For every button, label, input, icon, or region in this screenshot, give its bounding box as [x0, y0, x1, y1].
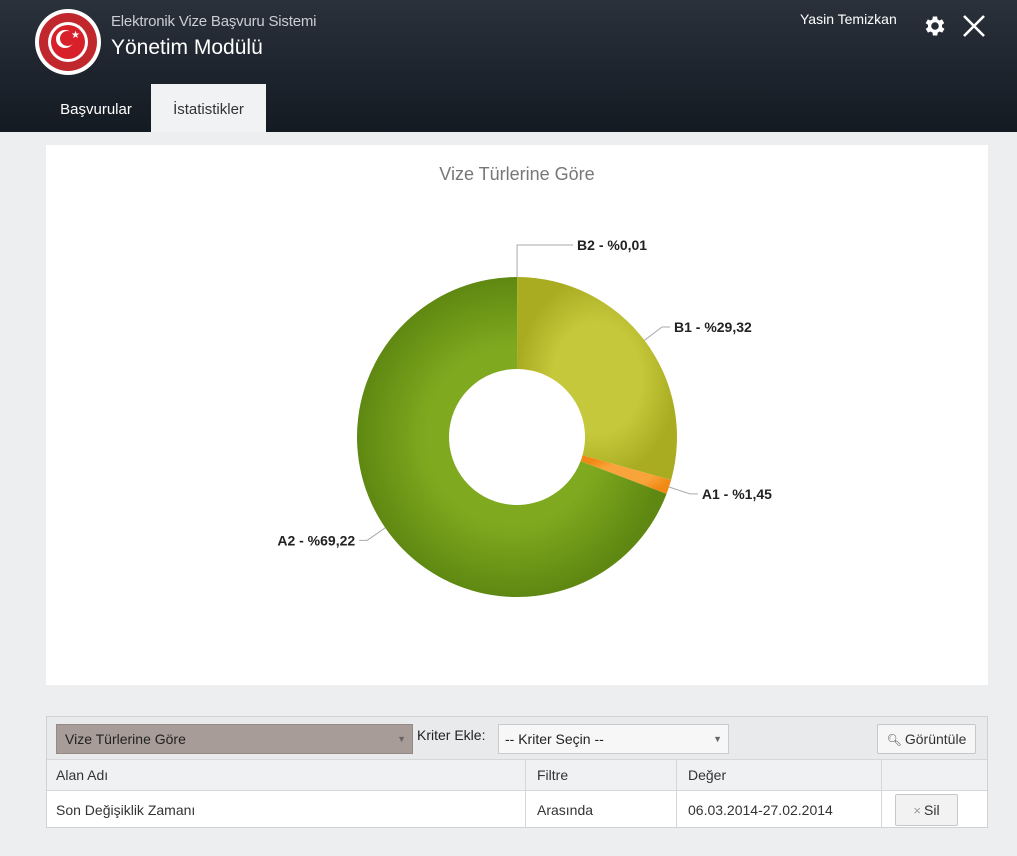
slice-b1[interactable]: [517, 277, 677, 480]
leader-line: [644, 326, 670, 341]
app-title: Yönetim Modülü: [111, 36, 263, 59]
leader-line: [668, 486, 698, 495]
row-field: Son Değişiklik Zamanı: [56, 802, 196, 818]
delete-row-button[interactable]: × Sil: [895, 794, 958, 826]
column-header-filter: Filtre: [537, 767, 569, 783]
column-header-field: Alan Adı: [56, 767, 109, 783]
ministry-emblem-logo: ★: [35, 9, 101, 75]
dropdown-arrow-icon: ▼: [397, 734, 406, 744]
data-label-b1: B1 - %29,32: [674, 319, 752, 335]
search-icon: 🔍︎: [886, 733, 902, 747]
report-type-value: Vize Türlerine Göre: [65, 731, 186, 747]
tab-istatistikler[interactable]: İstatistikler: [151, 84, 266, 132]
leader-line: [359, 527, 386, 541]
column-divider: [676, 760, 677, 828]
dropdown-arrow-icon: ▼: [713, 734, 722, 744]
criteria-value: -- Kriter Seçin --: [505, 731, 604, 747]
leader-line: [516, 244, 574, 278]
column-header-value: Değer: [688, 767, 727, 783]
report-type-select[interactable]: Vize Türlerine Göre ▼: [56, 724, 413, 754]
view-button[interactable]: 🔍︎ Görüntüle: [877, 724, 976, 754]
chart-panel: Vize Türlerine Göre B2 - %0,01 B1 - %29,3…: [46, 145, 988, 685]
table-header: Alan Adı Filtre Değer: [47, 760, 987, 791]
filter-toolbar: Vize Türlerine Göre ▼ Kriter Ekle: -- Kr…: [47, 717, 987, 760]
gear-icon[interactable]: [922, 13, 948, 39]
data-label-a2: A2 - %69,22: [277, 532, 355, 548]
close-icon[interactable]: [960, 12, 988, 40]
delete-button-label: Sil: [924, 802, 940, 818]
donut-chart: Vize Türlerine Göre B2 - %0,01 B1 - %29,3…: [277, 164, 772, 597]
data-label-a1: A1 - %1,45: [702, 486, 772, 502]
chart-title: Vize Türlerine Göre: [439, 164, 594, 184]
criteria-select[interactable]: -- Kriter Seçin -- ▼: [498, 724, 729, 754]
column-divider: [881, 760, 882, 828]
data-label-b2: B2 - %0,01: [577, 237, 647, 253]
view-button-label: Görüntüle: [904, 731, 967, 747]
app-header: ★ Elektronik Vize Başvuru Sistemi Yöneti…: [0, 0, 1017, 132]
criteria-label: Kriter Ekle:: [417, 727, 486, 743]
row-value: 06.03.2014-27.02.2014: [688, 802, 833, 818]
tab-basvurular[interactable]: Başvurular: [40, 84, 152, 132]
row-filter: Arasında: [537, 802, 594, 818]
remove-icon: ×: [913, 803, 922, 818]
filter-table: Vize Türlerine Göre ▼ Kriter Ekle: -- Kr…: [46, 716, 988, 828]
column-divider: [525, 760, 526, 828]
user-name[interactable]: Yasin Temizkan: [800, 11, 897, 27]
app-subtitle: Elektronik Vize Başvuru Sistemi: [111, 13, 317, 30]
